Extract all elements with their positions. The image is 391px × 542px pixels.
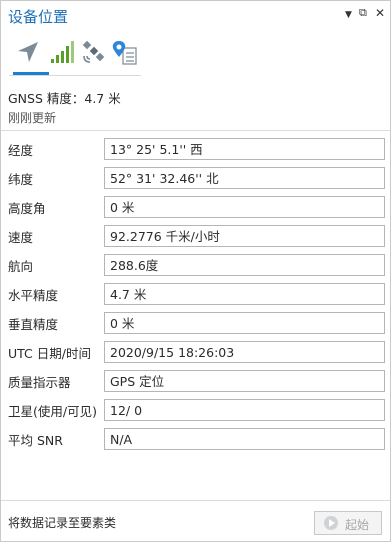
field-value: N/A <box>104 428 385 450</box>
pane-menu-icon[interactable]: ▼ <box>345 10 352 20</box>
signal-bars-icon <box>51 41 74 63</box>
field-row-satellites: 卫星(使用/可见) 12/ 0 <box>1 399 390 423</box>
field-row-latitude: 纬度 52° 31' 32.46'' 北 <box>1 167 390 191</box>
field-value: 12/ 0 <box>104 399 385 421</box>
field-value: 92.2776 千米/小时 <box>104 225 385 247</box>
section-divider <box>1 130 390 131</box>
start-button-label: 起始 <box>345 518 370 532</box>
tab-location[interactable] <box>15 39 43 69</box>
location-arrow-icon <box>18 42 38 62</box>
field-label: 垂直精度 <box>8 317 59 332</box>
close-icon[interactable]: ✕ <box>375 6 385 20</box>
device-location-pane: 设备位置 ▼ ⧉ ✕ GNSS 精度：4.7 米 刚刚更新 经度 13° 25'… <box>0 0 391 542</box>
field-value: 52° 31' 32.46'' 北 <box>104 167 385 189</box>
field-label: 航向 <box>8 259 34 274</box>
tab-satellite[interactable] <box>81 39 109 69</box>
field-label: 纬度 <box>8 172 34 187</box>
field-row-utc-datetime: UTC 日期/时间 2020/9/15 18:26:03 <box>1 341 390 365</box>
field-label: 平均 SNR <box>8 433 63 448</box>
field-row-altitude: 高度角 0 米 <box>1 196 390 220</box>
dock-icon[interactable]: ⧉ <box>359 6 367 20</box>
field-value: 0 米 <box>104 196 385 218</box>
field-value: 288.6度 <box>104 254 385 276</box>
pane-title: 设备位置 <box>8 8 69 26</box>
field-row-speed: 速度 92.2776 千米/小时 <box>1 225 390 249</box>
field-row-horizontal-accuracy: 水平精度 4.7 米 <box>1 283 390 307</box>
field-label: 质量指示器 <box>8 375 71 390</box>
gnss-accuracy-text: GNSS 精度：4.7 米 <box>8 91 121 106</box>
field-label: 速度 <box>8 230 34 245</box>
field-label: 经度 <box>8 143 34 158</box>
log-to-feature-class-link[interactable]: 将数据记录至要素类 <box>8 514 116 531</box>
field-label: 水平精度 <box>8 288 59 303</box>
pane-titlebar: 设备位置 ▼ ⧉ ✕ <box>1 1 390 31</box>
field-value: GPS 定位 <box>104 370 385 392</box>
field-row-quality-indicator: 质量指示器 GPS 定位 <box>1 370 390 394</box>
last-updated-text: 刚刚更新 <box>8 111 57 125</box>
tab-signal[interactable] <box>49 39 77 69</box>
field-row-longitude: 经度 13° 25' 5.1'' 西 <box>1 138 390 162</box>
field-row-heading: 航向 288.6度 <box>1 254 390 278</box>
field-row-vertical-accuracy: 垂直精度 0 米 <box>1 312 390 336</box>
field-value: 4.7 米 <box>104 283 385 305</box>
footer-divider <box>1 500 390 501</box>
field-row-average-snr: 平均 SNR N/A <box>1 428 390 452</box>
satellite-icon <box>82 40 105 63</box>
field-value: 13° 25' 5.1'' 西 <box>104 138 385 160</box>
tab-location-log[interactable] <box>111 39 139 69</box>
play-icon <box>324 516 338 530</box>
start-logging-button[interactable]: 起始 <box>314 511 382 535</box>
tab-strip <box>9 39 144 75</box>
field-label: 高度角 <box>8 201 46 216</box>
location-log-icon <box>112 41 137 65</box>
field-label: UTC 日期/时间 <box>8 346 91 361</box>
field-value: 2020/9/15 18:26:03 <box>104 341 385 363</box>
tab-divider <box>9 75 141 76</box>
field-label: 卫星(使用/可见) <box>8 404 97 419</box>
field-value: 0 米 <box>104 312 385 334</box>
